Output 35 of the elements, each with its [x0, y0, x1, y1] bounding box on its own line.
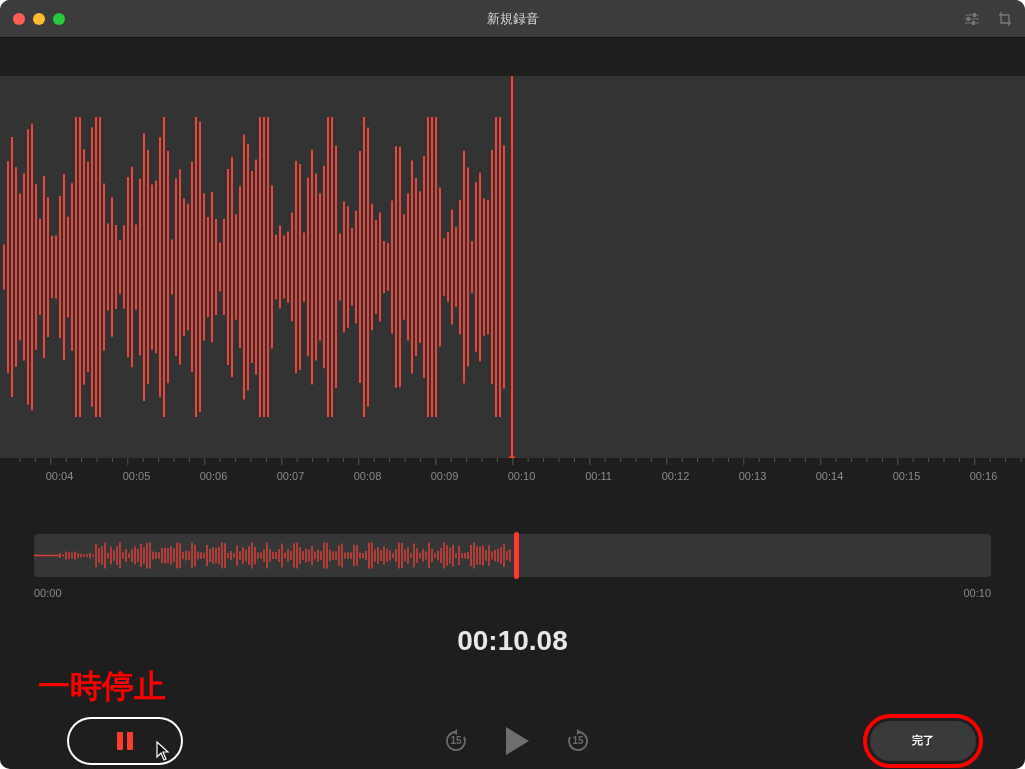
time-label: 00:15 — [891, 469, 922, 484]
overview-playhead[interactable] — [514, 532, 520, 579]
annotation-label: 一時停止 — [38, 667, 166, 704]
end-time-label: 00:10 — [963, 586, 991, 601]
skip-forward-button[interactable]: 15 — [566, 728, 590, 753]
done-button[interactable]: 完了 — [870, 720, 976, 761]
play-icon — [504, 725, 530, 756]
time-label: 00:05 — [121, 469, 152, 484]
time-label: 00:10 — [506, 469, 537, 484]
rotate-left-icon — [444, 728, 468, 753]
crop-icon[interactable] — [998, 10, 1012, 27]
skip-back-button[interactable]: 15 — [444, 728, 468, 753]
time-label: 00:09 — [429, 469, 460, 484]
window-title: 新規録音 — [486, 9, 539, 28]
pause-icon — [115, 730, 135, 751]
time-label: 00:16 — [968, 469, 999, 484]
elapsed-time: 00:10.08 — [457, 623, 568, 658]
time-label: 00:08 — [352, 469, 383, 484]
time-label: 00:11 — [584, 469, 613, 484]
zoom-button[interactable] — [53, 12, 65, 25]
close-button[interactable] — [13, 12, 25, 25]
mouse-cursor-icon — [156, 740, 170, 761]
minimize-button[interactable] — [33, 12, 45, 25]
time-label: 00:14 — [814, 469, 845, 484]
sliders-icon[interactable] — [964, 11, 980, 26]
start-time-label: 00:00 — [34, 586, 62, 601]
time-label: 00:13 — [737, 469, 768, 484]
time-label: 00:07 — [275, 469, 306, 484]
overview-track[interactable] — [34, 534, 991, 577]
time-label: 00:12 — [660, 469, 691, 484]
time-label: 00:06 — [198, 469, 229, 484]
time-label: 00:04 — [44, 469, 75, 484]
pause-button[interactable] — [69, 718, 181, 763]
playhead[interactable] — [508, 76, 516, 458]
rotate-right-icon — [566, 728, 590, 753]
